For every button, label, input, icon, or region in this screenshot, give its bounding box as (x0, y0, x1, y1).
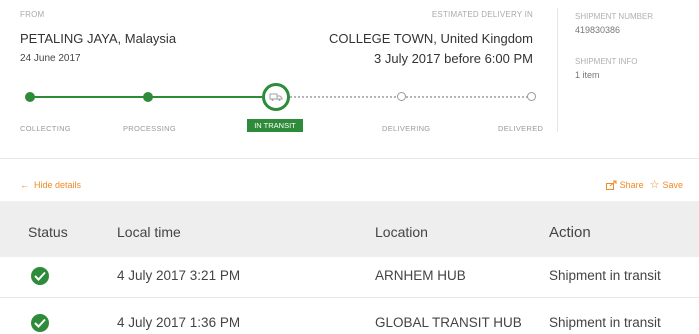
row-time: 4 July 2017 3:21 PM (117, 268, 241, 283)
estimated-delivery-label: ESTIMATED DELIVERY IN (431, 10, 533, 19)
to-location: COLLEGE TOWN, United Kingdom (329, 31, 533, 46)
row-location: GLOBAL TRANSIT HUB (375, 315, 522, 330)
from-location: PETALING JAYA, Malaysia (20, 31, 177, 46)
step-node-delivering (397, 92, 406, 101)
table-header (0, 201, 699, 257)
step-node-collecting (25, 92, 35, 102)
step-label-in-transit: IN TRANSIT (247, 119, 303, 132)
step-label-collecting: COLLECTING (20, 124, 71, 133)
step-node-in-transit (262, 83, 290, 111)
arrow-left-icon: ← (20, 180, 29, 190)
column-header-location: Location (375, 224, 428, 240)
shipment-number: 419830386 (575, 25, 621, 35)
truck-icon (269, 93, 283, 101)
share-save-group: Share ☆ Save (605, 178, 683, 191)
save-button[interactable]: ☆ Save (650, 178, 683, 191)
step-node-processing (143, 92, 153, 102)
star-icon: ☆ (649, 179, 660, 191)
step-label-processing: PROCESSING (123, 124, 177, 133)
row-action: Shipment in transit (549, 268, 661, 283)
estimated-delivery-date: 3 July 2017 before 6:00 PM (374, 51, 533, 66)
progress-track-remaining (290, 96, 532, 98)
save-label: Save (662, 179, 683, 190)
column-header-action: Action (549, 224, 591, 241)
step-node-delivered (527, 92, 536, 101)
column-header-status: Status (28, 224, 68, 240)
hide-details-label: Hide details (34, 180, 82, 190)
check-circle-icon (31, 314, 49, 332)
row-location: ARNHEM HUB (375, 268, 466, 283)
column-header-time: Local time (117, 224, 181, 240)
from-label: FROM (20, 10, 45, 19)
row-time: 4 July 2017 1:36 PM (117, 315, 241, 330)
shipment-info-label: SHIPMENT INFO (575, 57, 638, 66)
row-action: Shipment in transit (549, 315, 661, 330)
share-label: Share (619, 179, 644, 190)
section-divider (0, 158, 699, 159)
step-label-delivered: DELIVERED (498, 124, 544, 133)
shipment-number-label: SHIPMENT NUMBER (575, 12, 654, 21)
step-label-delivering: DELIVERING (382, 124, 431, 133)
share-button[interactable]: Share (605, 179, 644, 190)
row-divider (0, 297, 699, 298)
shipment-info: 1 item (575, 70, 600, 80)
share-icon (605, 180, 617, 190)
check-circle-icon (31, 267, 49, 285)
from-date: 24 June 2017 (20, 53, 81, 64)
hide-details-link[interactable]: ← Hide details (20, 180, 81, 190)
header-divider (557, 8, 558, 132)
